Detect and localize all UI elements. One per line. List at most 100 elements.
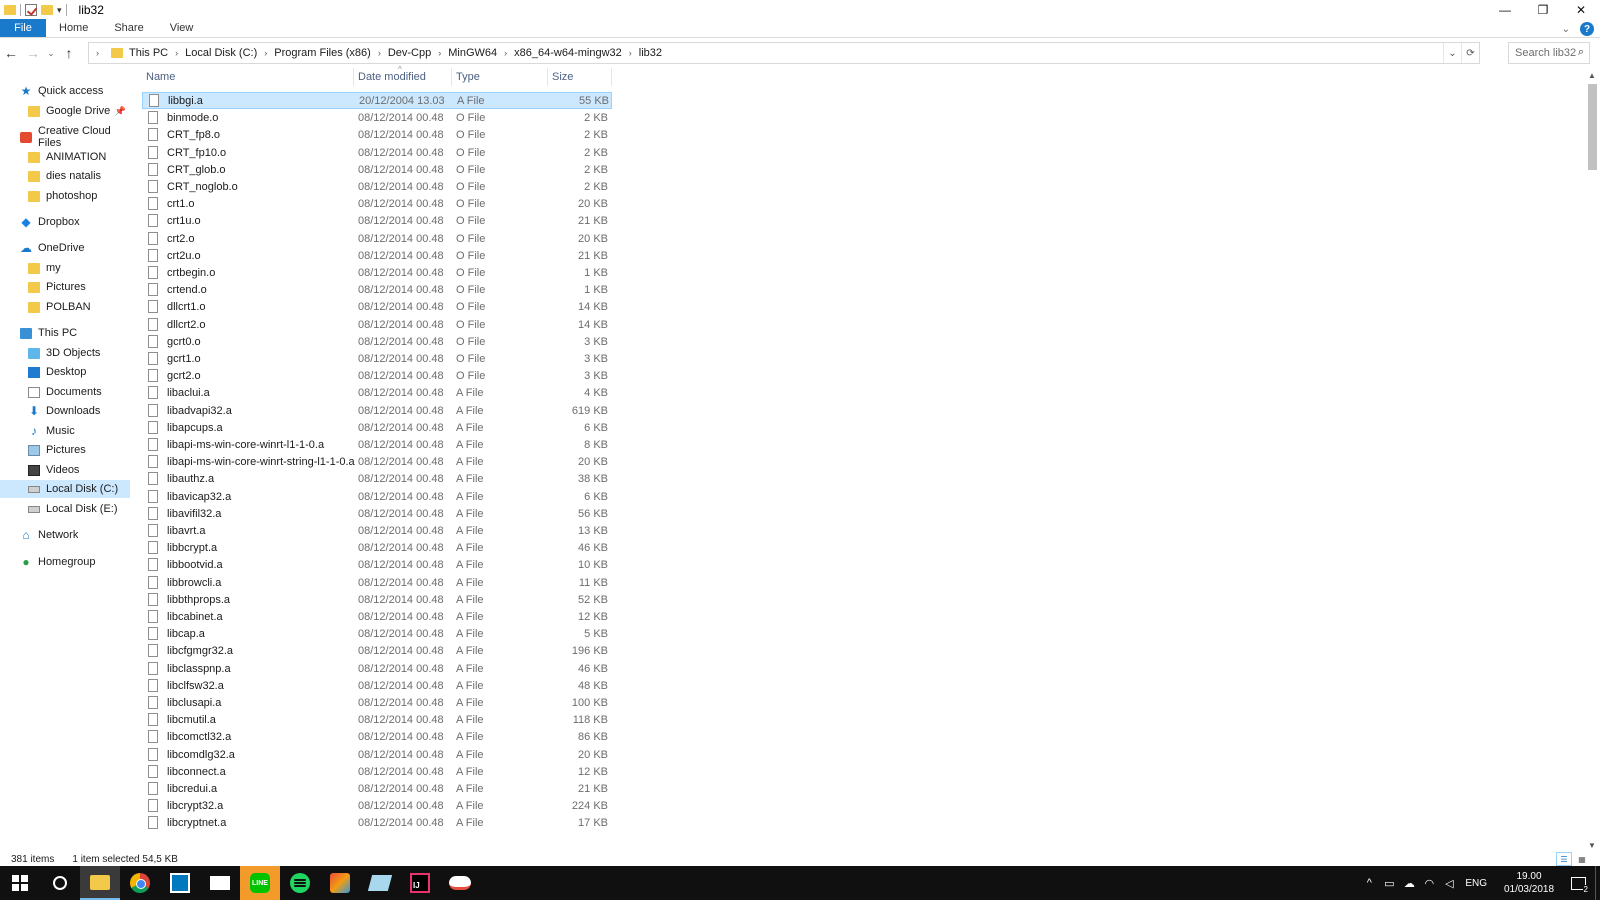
file-row[interactable]: libbthprops.a 08/12/2014 00.48 A File 52 KB xyxy=(142,591,612,608)
file-row[interactable]: dllcrt2.o 08/12/2014 00.48 O File 14 KB xyxy=(142,316,612,333)
battery-icon[interactable]: ▭ xyxy=(1379,877,1399,890)
sidebar-item-quick-access[interactable]: ★ Quick access xyxy=(0,82,130,100)
file-row[interactable]: libcryptnet.a 08/12/2014 00.48 A File 17 KB xyxy=(142,814,612,831)
taskbar-intellij[interactable]: IJ xyxy=(400,866,440,900)
breadcrumb-label[interactable]: Dev-Cpp xyxy=(388,47,431,59)
file-row[interactable]: libcomdlg32.a 08/12/2014 00.48 A File 20 KB xyxy=(142,746,612,763)
taskbar-cloud-app[interactable] xyxy=(440,866,480,900)
sidebar-item-desktop[interactable]: Desktop xyxy=(0,363,130,381)
taskbar-line[interactable]: LINE xyxy=(240,866,280,900)
sidebar-item-videos[interactable]: Videos xyxy=(0,461,130,479)
sidebar-item-downloads[interactable]: ⬇ Downloads xyxy=(0,402,130,420)
sidebar-item-music[interactable]: ♪ Music xyxy=(0,422,130,440)
tab-file[interactable]: File xyxy=(0,19,46,37)
volume-icon[interactable]: ◁ xyxy=(1439,877,1459,890)
column-header-type[interactable]: Type xyxy=(452,68,548,86)
file-row[interactable]: crt1u.o 08/12/2014 00.48 O File 21 KB xyxy=(142,212,612,229)
file-row[interactable]: crt2u.o 08/12/2014 00.48 O File 21 KB xyxy=(142,247,612,264)
file-row[interactable]: libapi-ms-win-core-winrt-l1-1-0.a 08/12/2… xyxy=(142,436,612,453)
file-row[interactable]: libcap.a 08/12/2014 00.48 A File 5 KB xyxy=(142,625,612,642)
expand-ribbon-icon[interactable]: ⌄ xyxy=(1562,24,1570,35)
file-row[interactable]: libcmutil.a 08/12/2014 00.48 A File 118 KB xyxy=(142,711,612,728)
file-row[interactable]: crtbegin.o 08/12/2014 00.48 O File 1 KB xyxy=(142,264,612,281)
vertical-scrollbar[interactable]: ▲ ▼ xyxy=(1584,68,1600,852)
file-row[interactable]: libbrowcli.a 08/12/2014 00.48 A File 11 KB xyxy=(142,574,612,591)
file-row[interactable]: CRT_fp10.o 08/12/2014 00.48 O File 2 KB xyxy=(142,144,612,161)
file-row[interactable]: crt1.o 08/12/2014 00.48 O File 20 KB xyxy=(142,195,612,212)
file-row[interactable]: libavicap32.a 08/12/2014 00.48 A File 6 KB xyxy=(142,488,612,505)
column-header-size[interactable]: Size xyxy=(548,68,612,86)
search-icon[interactable]: ⌕ xyxy=(1578,46,1584,59)
address-dropdown-icon[interactable]: ⌄ xyxy=(1443,43,1461,63)
file-row[interactable]: libcabinet.a 08/12/2014 00.48 A File 12 KB xyxy=(142,608,612,625)
cortana-button[interactable] xyxy=(40,866,80,900)
file-row[interactable]: libbootvid.a 08/12/2014 00.48 A File 10 KB xyxy=(142,556,612,573)
file-row[interactable]: CRT_noglob.o 08/12/2014 00.48 O File 2 KB xyxy=(142,178,612,195)
file-row[interactable]: crtend.o 08/12/2014 00.48 O File 1 KB xyxy=(142,281,612,298)
file-row[interactable]: libapi-ms-win-core-winrt-string-l1-1-0.a… xyxy=(142,453,612,470)
sidebar-item-creative-cloud-files[interactable]: Creative Cloud Files xyxy=(0,125,130,149)
sidebar-item-photoshop[interactable]: photoshop xyxy=(0,187,130,205)
new-folder-icon[interactable] xyxy=(41,5,53,15)
recent-locations-button[interactable]: ⌄ xyxy=(44,42,58,64)
column-header-date[interactable]: ^ Date modified xyxy=(354,65,452,86)
taskbar-notes[interactable] xyxy=(360,866,400,900)
chevron-right-icon[interactable]: › xyxy=(504,48,507,58)
file-row[interactable]: gcrt2.o 08/12/2014 00.48 O File 3 KB xyxy=(142,367,612,384)
file-row[interactable]: gcrt0.o 08/12/2014 00.48 O File 3 KB xyxy=(142,333,612,350)
minimize-button[interactable]: — xyxy=(1486,0,1524,20)
sidebar-item-pictures[interactable]: Pictures xyxy=(0,441,130,459)
scroll-up-icon[interactable]: ▲ xyxy=(1584,68,1600,82)
sidebar-item-polban[interactable]: POLBAN xyxy=(0,298,130,316)
file-row[interactable]: libbgi.a 20/12/2004 13.03 A File 55 KB xyxy=(142,92,612,109)
taskbar-chrome[interactable] xyxy=(120,866,160,900)
details-view-icon[interactable]: ☰ xyxy=(1556,852,1572,866)
file-row[interactable]: CRT_glob.o 08/12/2014 00.48 O File 2 KB xyxy=(142,161,612,178)
file-row[interactable]: libclfsw32.a 08/12/2014 00.48 A File 48 KB xyxy=(142,677,612,694)
properties-icon[interactable] xyxy=(25,4,37,16)
breadcrumb-label[interactable]: x86_64-w64-mingw32 xyxy=(514,47,622,59)
show-desktop-button[interactable] xyxy=(1595,866,1600,900)
file-row[interactable]: libaclui.a 08/12/2014 00.48 A File 4 KB xyxy=(142,384,612,401)
file-row[interactable]: dllcrt1.o 08/12/2014 00.48 O File 14 KB xyxy=(142,298,612,315)
file-row[interactable]: libauthz.a 08/12/2014 00.48 A File 38 KB xyxy=(142,470,612,487)
sidebar-item-dropbox[interactable]: ◆ Dropbox xyxy=(0,213,130,231)
show-hidden-icons-icon[interactable]: ^ xyxy=(1359,877,1379,889)
refresh-icon[interactable]: ⟳ xyxy=(1461,43,1479,63)
action-center-button[interactable]: 2 xyxy=(1561,866,1595,900)
breadcrumb-label[interactable]: lib32 xyxy=(639,47,662,59)
language-indicator[interactable]: ENG xyxy=(1465,878,1487,889)
file-row[interactable]: libcrypt32.a 08/12/2014 00.48 A File 224 KB xyxy=(142,797,612,814)
clock[interactable]: 19.00 01/03/2018 xyxy=(1497,870,1561,896)
help-icon[interactable]: ? xyxy=(1580,22,1594,36)
breadcrumb-label[interactable]: MinGW64 xyxy=(448,47,497,59)
scroll-down-icon[interactable]: ▼ xyxy=(1584,838,1600,852)
sidebar-item-homegroup[interactable]: ● Homegroup xyxy=(0,553,130,571)
tab-view[interactable]: View xyxy=(157,19,207,37)
onedrive-tray-icon[interactable]: ☁ xyxy=(1399,877,1419,890)
sidebar-item-documents[interactable]: Documents xyxy=(0,383,130,401)
tab-home[interactable]: Home xyxy=(46,19,101,37)
file-row[interactable]: libavifil32.a 08/12/2014 00.48 A File 56 KB xyxy=(142,505,612,522)
chevron-right-icon[interactable]: › xyxy=(378,48,381,58)
wifi-icon[interactable]: ◠ xyxy=(1419,877,1439,890)
up-button[interactable]: ↑ xyxy=(58,42,80,64)
taskbar-paint[interactable] xyxy=(320,866,360,900)
chevron-right-icon[interactable]: › xyxy=(96,48,99,58)
file-row[interactable]: libcfgmgr32.a 08/12/2014 00.48 A File 196 K… xyxy=(142,642,612,659)
forward-button[interactable]: → xyxy=(22,42,44,64)
sidebar-item-google-drive[interactable]: Google Drive 📌 xyxy=(0,102,130,120)
chevron-right-icon[interactable]: › xyxy=(264,48,267,58)
tab-share[interactable]: Share xyxy=(101,19,156,37)
sidebar-item-animation[interactable]: ANIMATION xyxy=(0,148,130,166)
back-button[interactable]: ← xyxy=(0,42,22,64)
chevron-right-icon[interactable]: › xyxy=(438,48,441,58)
sidebar-item-dies-natalis[interactable]: dies natalis xyxy=(0,167,130,185)
file-row[interactable]: libbcrypt.a 08/12/2014 00.48 A File 46 KB xyxy=(142,539,612,556)
address-bar[interactable]: › This PC › Local Disk (C:) › Program Files … xyxy=(88,42,1480,64)
customize-toolbar-icon[interactable]: ▾ xyxy=(57,5,62,16)
taskbar-file-explorer[interactable] xyxy=(80,866,120,900)
file-row[interactable]: libapcups.a 08/12/2014 00.48 A File 6 KB xyxy=(142,419,612,436)
sidebar-item-network[interactable]: ⌂ Network xyxy=(0,526,130,544)
file-row[interactable]: CRT_fp8.o 08/12/2014 00.48 O File 2 KB xyxy=(142,126,612,143)
